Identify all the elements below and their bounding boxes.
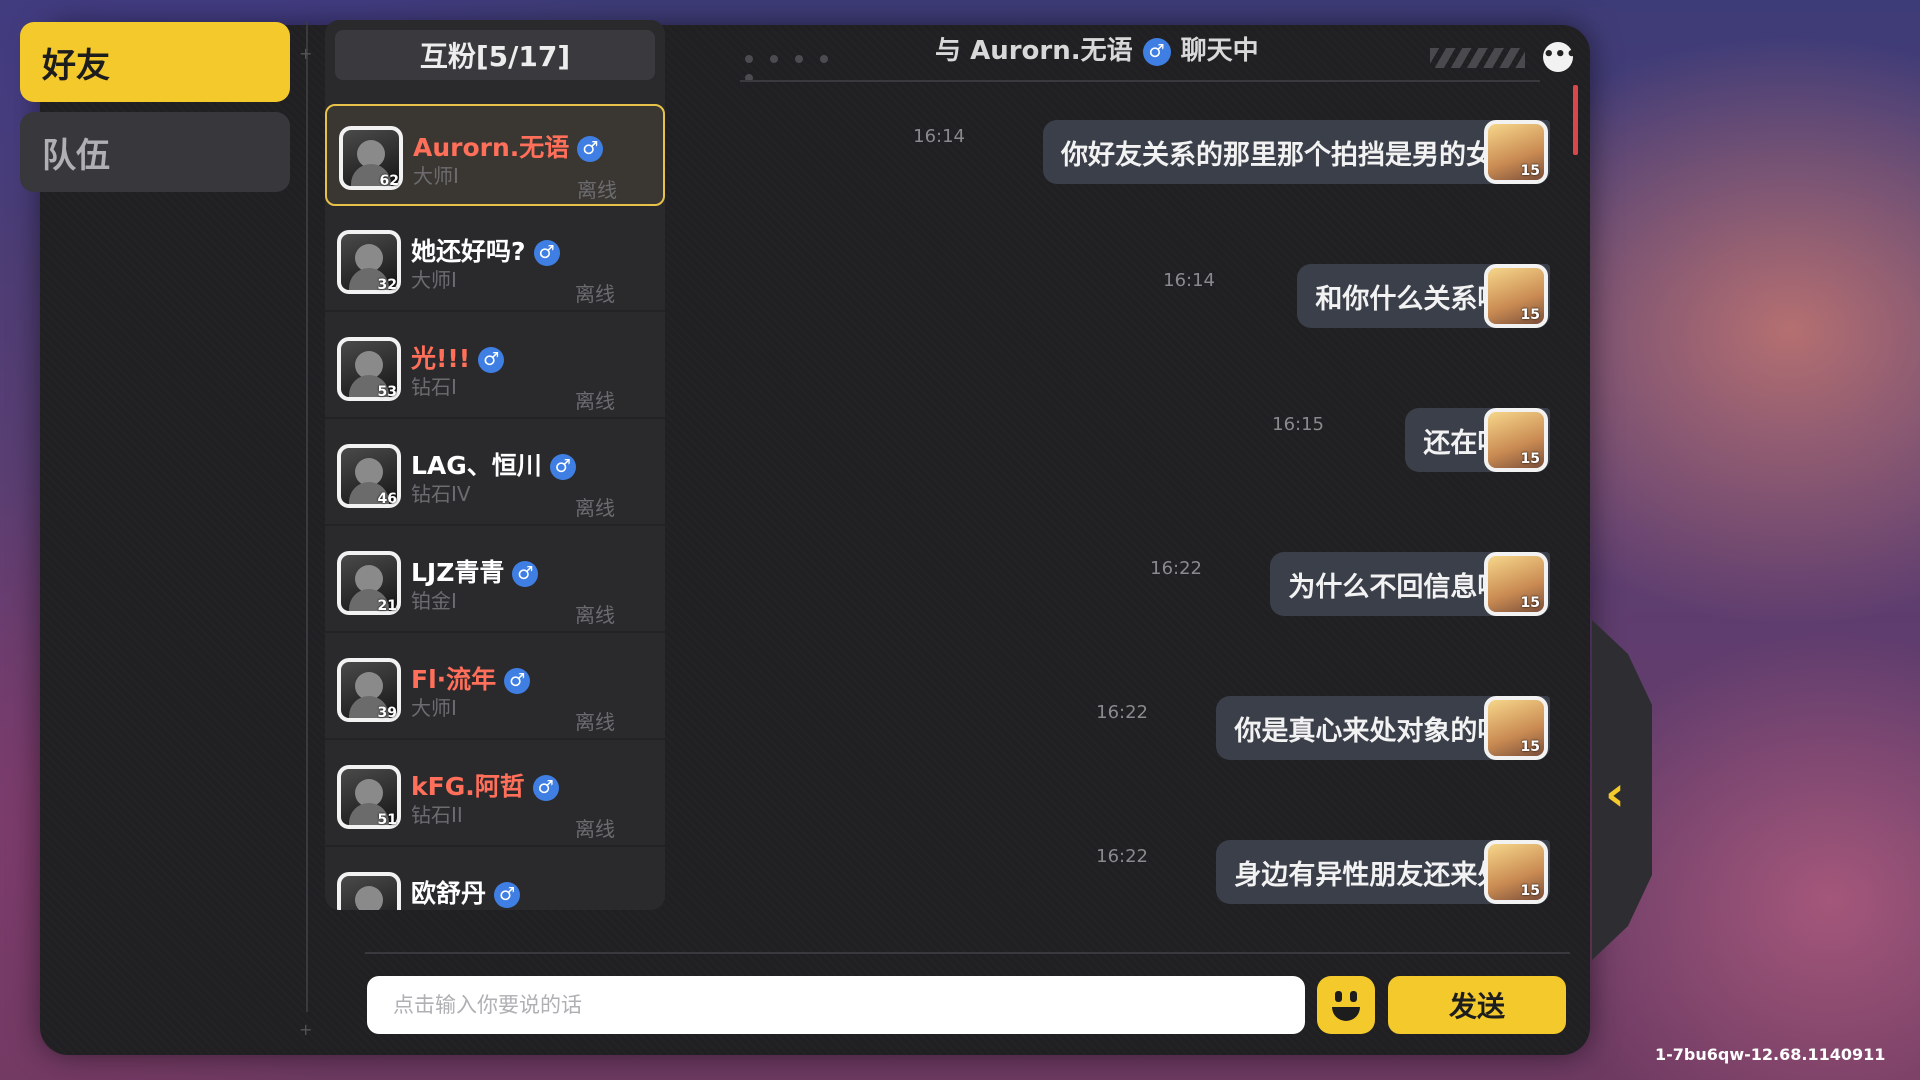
- message-time: 16:14: [913, 126, 965, 147]
- friend-rank: 大师I: [411, 268, 457, 292]
- chat-title: 与 Aurorn.无语 ♂ 聊天中: [935, 30, 1259, 67]
- male-icon: ♂: [577, 136, 604, 162]
- decorative-dots: [745, 48, 865, 82]
- friend-item[interactable]: 62 Aurorn.无语 ♂ 大师I 离线: [325, 104, 665, 206]
- friend-rank: 钻石II: [411, 803, 463, 827]
- send-button[interactable]: 发送: [1388, 976, 1566, 1034]
- male-icon: ♂: [504, 668, 531, 694]
- avatar-level: 15: [1520, 595, 1540, 611]
- tab-friends[interactable]: 好友: [20, 22, 290, 102]
- chat-partner-name: Aurorn.无语: [970, 36, 1133, 66]
- friend-name: LJZ青青 ♂: [411, 553, 539, 589]
- avatar-level: 62: [379, 173, 399, 189]
- message-time: 16:14: [1163, 270, 1215, 291]
- message-input[interactable]: [367, 976, 1305, 1034]
- avatar-level: 21: [377, 598, 397, 614]
- avatar-level: 15: [1520, 739, 1540, 755]
- friend-name: kFG.阿哲 ♂: [411, 767, 559, 803]
- version-label: 1-7bu6qw-12.68.1140911: [1655, 1045, 1886, 1064]
- avatar: 15: [1484, 552, 1548, 616]
- avatar: 15: [1484, 120, 1548, 184]
- friend-item[interactable]: 53 光!!! ♂ 钻石I 离线: [325, 317, 665, 419]
- friend-rank: 铂金I: [411, 589, 457, 613]
- message-time: 16:22: [1096, 702, 1148, 723]
- avatar-level: 15: [1520, 451, 1540, 467]
- friend-name: 欧舒丹 ♂: [411, 874, 521, 910]
- avatar: 51: [337, 765, 401, 829]
- avatar: 46: [337, 444, 401, 508]
- friend-item[interactable]: 32 她还好吗? ♂ 大师I 离线: [325, 210, 665, 312]
- avatar-level: 53: [377, 384, 397, 400]
- avatar-level: 15: [1520, 307, 1540, 323]
- avatar-level: 15: [1520, 883, 1540, 899]
- friend-list-header: 互粉[5/17]: [335, 30, 655, 80]
- male-icon: ♂: [549, 454, 576, 480]
- chevron-left-icon[interactable]: ‹: [1605, 766, 1625, 822]
- friend-status: 离线: [575, 817, 615, 841]
- friend-name: Aurorn.无语 ♂: [413, 128, 604, 164]
- divider-cap-icon: +: [299, 44, 313, 63]
- friend-rank: 大师I: [413, 164, 459, 188]
- emoji-icon: [1332, 1007, 1360, 1021]
- divider: [740, 80, 1540, 82]
- decorative-stripes: [1430, 48, 1525, 68]
- friend-status: 离线: [575, 389, 615, 413]
- avatar-level: 32: [377, 277, 397, 293]
- message-bubble: 你好友关系的那里那个拍挡是男的女的: [1043, 120, 1550, 184]
- male-icon: ♂: [532, 775, 559, 801]
- friend-item[interactable]: 欧舒丹 ♂: [325, 852, 665, 910]
- avatar-level: 15: [1520, 163, 1540, 179]
- friend-name: LAG、恒川 ♂: [411, 446, 576, 482]
- tab-team[interactable]: 队伍: [20, 112, 290, 192]
- avatar: 53: [337, 337, 401, 401]
- male-icon: ♂: [478, 347, 505, 373]
- emoji-icon: [1350, 991, 1357, 1002]
- avatar: 15: [1484, 840, 1548, 904]
- avatar: 21: [337, 551, 401, 615]
- divider: [365, 952, 1570, 954]
- friend-name: Fl·流年 ♂: [411, 660, 531, 696]
- friend-item[interactable]: 51 kFG.阿哲 ♂ 钻石II 离线: [325, 745, 665, 847]
- male-icon: ♂: [512, 561, 539, 587]
- message-time: 16:22: [1150, 558, 1202, 579]
- friend-rank: 大师I: [411, 696, 457, 720]
- avatar-level: 46: [377, 491, 397, 507]
- divider-cap-icon: +: [299, 1020, 313, 1039]
- avatar: 15: [1484, 408, 1548, 472]
- chat-title-prefix: 与: [935, 36, 962, 66]
- avatar: 15: [1484, 264, 1548, 328]
- friend-name: 光!!! ♂: [411, 339, 505, 375]
- male-icon: ♂: [1142, 37, 1171, 66]
- friend-name: 她还好吗? ♂: [411, 232, 560, 268]
- friend-status: 离线: [575, 496, 615, 520]
- avatar-level: 39: [377, 705, 397, 721]
- emoji-icon: [1335, 991, 1342, 1002]
- avatar: 32: [337, 230, 401, 294]
- avatar: 39: [337, 658, 401, 722]
- avatar: [337, 872, 401, 910]
- chat-scrollbar[interactable]: [1573, 85, 1578, 155]
- chat-title-suffix: 聊天中: [1180, 36, 1259, 66]
- emoji-button[interactable]: [1317, 976, 1375, 1034]
- avatar: 15: [1484, 696, 1548, 760]
- male-icon: ♂: [533, 240, 560, 266]
- message-time: 16:15: [1272, 414, 1324, 435]
- divider: [306, 22, 308, 1012]
- friend-status: 离线: [575, 710, 615, 734]
- friend-item[interactable]: 21 LJZ青青 ♂ 铂金I 离线: [325, 531, 665, 633]
- friend-item[interactable]: 39 Fl·流年 ♂ 大师I 离线: [325, 638, 665, 740]
- friend-status: 离线: [577, 178, 617, 202]
- friend-status: 离线: [575, 282, 615, 306]
- friend-status: 离线: [575, 603, 615, 627]
- avatar-level: 51: [377, 812, 397, 828]
- friend-rank: 钻石IV: [411, 482, 471, 506]
- friend-list[interactable]: 互粉[5/17] 62 Aurorn.无语 ♂ 大师I 离线 32 她还好吗? ♂ …: [325, 20, 665, 910]
- friend-item[interactable]: 46 LAG、恒川 ♂ 钻石IV 离线: [325, 424, 665, 526]
- male-icon: ♂: [494, 882, 521, 908]
- more-options-icon[interactable]: •••: [1543, 42, 1578, 72]
- friend-rank: 钻石I: [411, 375, 457, 399]
- message-time: 16:22: [1096, 846, 1148, 867]
- avatar: 62: [339, 126, 403, 190]
